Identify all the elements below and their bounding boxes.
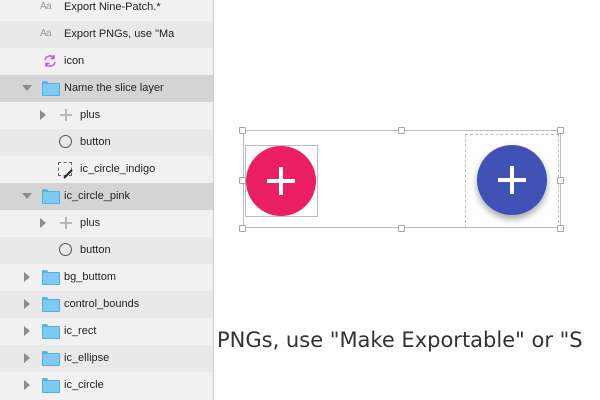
folder-icon: [42, 297, 60, 312]
disclosure-collapsed-icon[interactable]: [22, 272, 32, 282]
folder-icon: [42, 81, 60, 96]
layer-name-label: ic_circle_pink: [64, 190, 131, 202]
layer-row-name-the-slice-layer[interactable]: Name the slice layer: [0, 75, 213, 102]
resize-handle-middle-right[interactable]: [557, 177, 564, 184]
resize-handle-top-middle[interactable]: [398, 127, 405, 134]
resize-handle-bottom-left[interactable]: [239, 225, 246, 232]
canvas-text-layer[interactable]: PNGs, use "Make Exportable" or "S: [217, 328, 583, 352]
layer-name-label: control_bounds: [64, 298, 140, 310]
oval-icon: [59, 243, 72, 256]
layer-row-plus[interactable]: plus: [0, 210, 213, 237]
plus-shape-icon: [58, 216, 74, 230]
layer-row-icon[interactable]: icon: [0, 48, 213, 75]
layer-name-label: Name the slice layer: [64, 82, 164, 94]
layer-row-ic-circle-pink[interactable]: ic_circle_pink: [0, 183, 213, 210]
folder-icon: [42, 270, 60, 285]
resize-handle-top-left[interactable]: [239, 127, 246, 134]
layer-name-label: ic_circle_indigo: [80, 163, 156, 175]
layer-row-export-nine-patch[interactable]: Aa Export Nine-Patch.*: [0, 0, 213, 21]
layer-list-panel[interactable]: Aa Export Nine-Patch.* Aa Export PNGs, use …: [0, 0, 214, 400]
layer-row-button[interactable]: button: [0, 129, 213, 156]
plus-icon: [267, 167, 295, 195]
disclosure-collapsed-icon[interactable]: [22, 326, 32, 336]
resize-handle-middle-left[interactable]: [239, 177, 246, 184]
resize-handle-bottom-middle[interactable]: [398, 225, 405, 232]
oval-icon: [59, 135, 72, 148]
layer-name-label: plus: [80, 109, 101, 121]
layer-name-label: ic_ellipse: [64, 352, 110, 364]
layer-name-label: ic_rect: [64, 325, 97, 337]
folder-open-icon: [42, 189, 60, 204]
text-icon: Aa: [40, 1, 52, 12]
layer-name-label: plus: [80, 217, 101, 229]
layer-name-label: bg_buttom: [64, 271, 116, 283]
disclosure-expanded-icon[interactable]: [22, 191, 32, 201]
layer-row-ic-ellipse[interactable]: ic_ellipse: [0, 345, 213, 372]
layer-row-export-pngs-use-ma[interactable]: Aa Export PNGs, use "Ma: [0, 21, 213, 48]
layer-row-ic-rect[interactable]: ic_rect: [0, 318, 213, 345]
disclosure-collapsed-icon[interactable]: [22, 380, 32, 390]
layer-name-label: button: [80, 136, 111, 148]
layer-name-label: button: [80, 244, 111, 256]
disclosure-expanded-icon[interactable]: [22, 83, 32, 93]
resize-handle-top-right[interactable]: [557, 127, 564, 134]
layer-row-control-bounds[interactable]: control_bounds: [0, 291, 213, 318]
disclosure-collapsed-icon[interactable]: [38, 110, 48, 120]
layer-row-bg-buttom[interactable]: bg_buttom: [0, 264, 213, 291]
folder-icon: [42, 351, 60, 366]
layer-name-label: Export Nine-Patch.*: [64, 1, 161, 13]
indigo-circle-button[interactable]: [477, 145, 547, 215]
plus-shape-icon: [58, 108, 74, 122]
layer-name-label: ic_circle: [64, 379, 104, 391]
text-icon: Aa: [40, 28, 52, 39]
pink-circle-button[interactable]: [246, 146, 316, 216]
layer-name-label: icon: [64, 55, 85, 67]
layer-row-plus[interactable]: plus: [0, 102, 213, 129]
symbol-icon: [42, 54, 58, 68]
layer-name-label: Export PNGs, use "Ma: [64, 28, 175, 40]
canvas[interactable]: PNGs, use "Make Exportable" or "S: [215, 0, 600, 400]
disclosure-collapsed-icon[interactable]: [22, 353, 32, 363]
layer-row-ic-circle-indigo[interactable]: ic_circle_indigo: [0, 156, 213, 183]
layer-row-ic-circle[interactable]: ic_circle: [0, 372, 213, 399]
layer-row-button[interactable]: button: [0, 237, 213, 264]
disclosure-collapsed-icon[interactable]: [38, 218, 48, 228]
disclosure-collapsed-icon[interactable]: [22, 299, 32, 309]
folder-icon: [42, 324, 60, 339]
plus-icon: [498, 166, 526, 194]
slice-icon: [58, 162, 73, 179]
folder-icon: [42, 378, 60, 393]
resize-handle-bottom-right[interactable]: [557, 225, 564, 232]
